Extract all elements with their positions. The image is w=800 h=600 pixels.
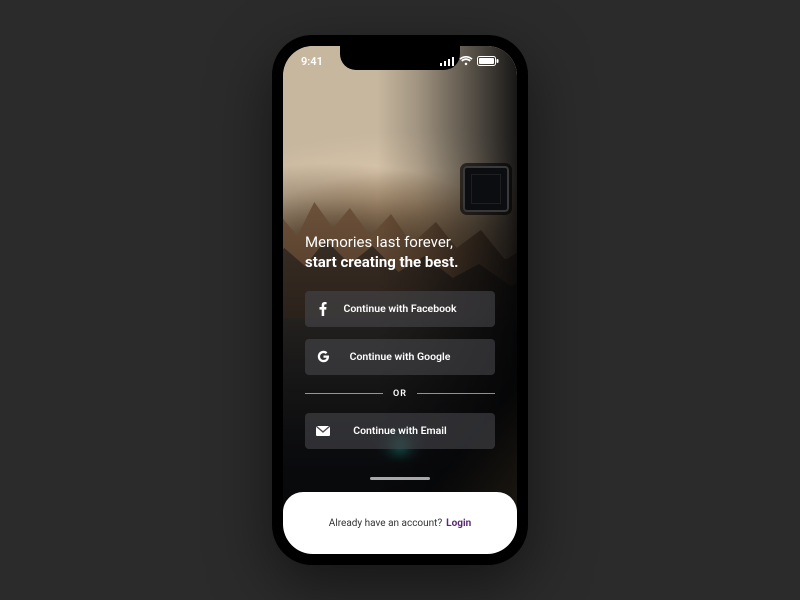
signal-icon xyxy=(440,56,455,66)
status-right xyxy=(440,56,499,66)
continue-email-label: Continue with Email xyxy=(341,424,495,437)
continue-google-label: Continue with Google xyxy=(341,350,495,363)
login-link[interactable]: Login xyxy=(446,518,471,529)
headline: Memories last forever, start creating th… xyxy=(305,232,495,273)
continue-facebook-button[interactable]: Continue with Facebook xyxy=(305,291,495,327)
continue-google-button[interactable]: Continue with Google xyxy=(305,339,495,375)
divider-text: OR xyxy=(393,389,407,399)
screen: 9:41 Memories last forever, start creati… xyxy=(283,46,517,554)
battery-icon xyxy=(477,56,499,66)
continue-facebook-label: Continue with Facebook xyxy=(341,302,495,315)
google-icon xyxy=(305,350,341,363)
footer-card: Already have an account? Login xyxy=(283,492,517,554)
home-indicator xyxy=(370,477,430,480)
status-time: 9:41 xyxy=(301,55,323,68)
email-icon xyxy=(305,426,341,436)
facebook-icon xyxy=(305,302,341,316)
canvas: 9:41 Memories last forever, start creati… xyxy=(0,0,800,600)
continue-email-button[interactable]: Continue with Email xyxy=(305,413,495,449)
headline-line-1: Memories last forever, xyxy=(305,232,495,252)
divider-line-right xyxy=(417,393,495,394)
device-frame: 9:41 Memories last forever, start creati… xyxy=(272,35,528,565)
divider-or: OR xyxy=(305,389,495,399)
footer-prompt: Already have an account? xyxy=(329,518,442,529)
wifi-icon xyxy=(459,56,473,66)
headline-line-2: start creating the best. xyxy=(305,252,495,272)
status-bar: 9:41 xyxy=(283,46,517,76)
divider-line-left xyxy=(305,393,383,394)
